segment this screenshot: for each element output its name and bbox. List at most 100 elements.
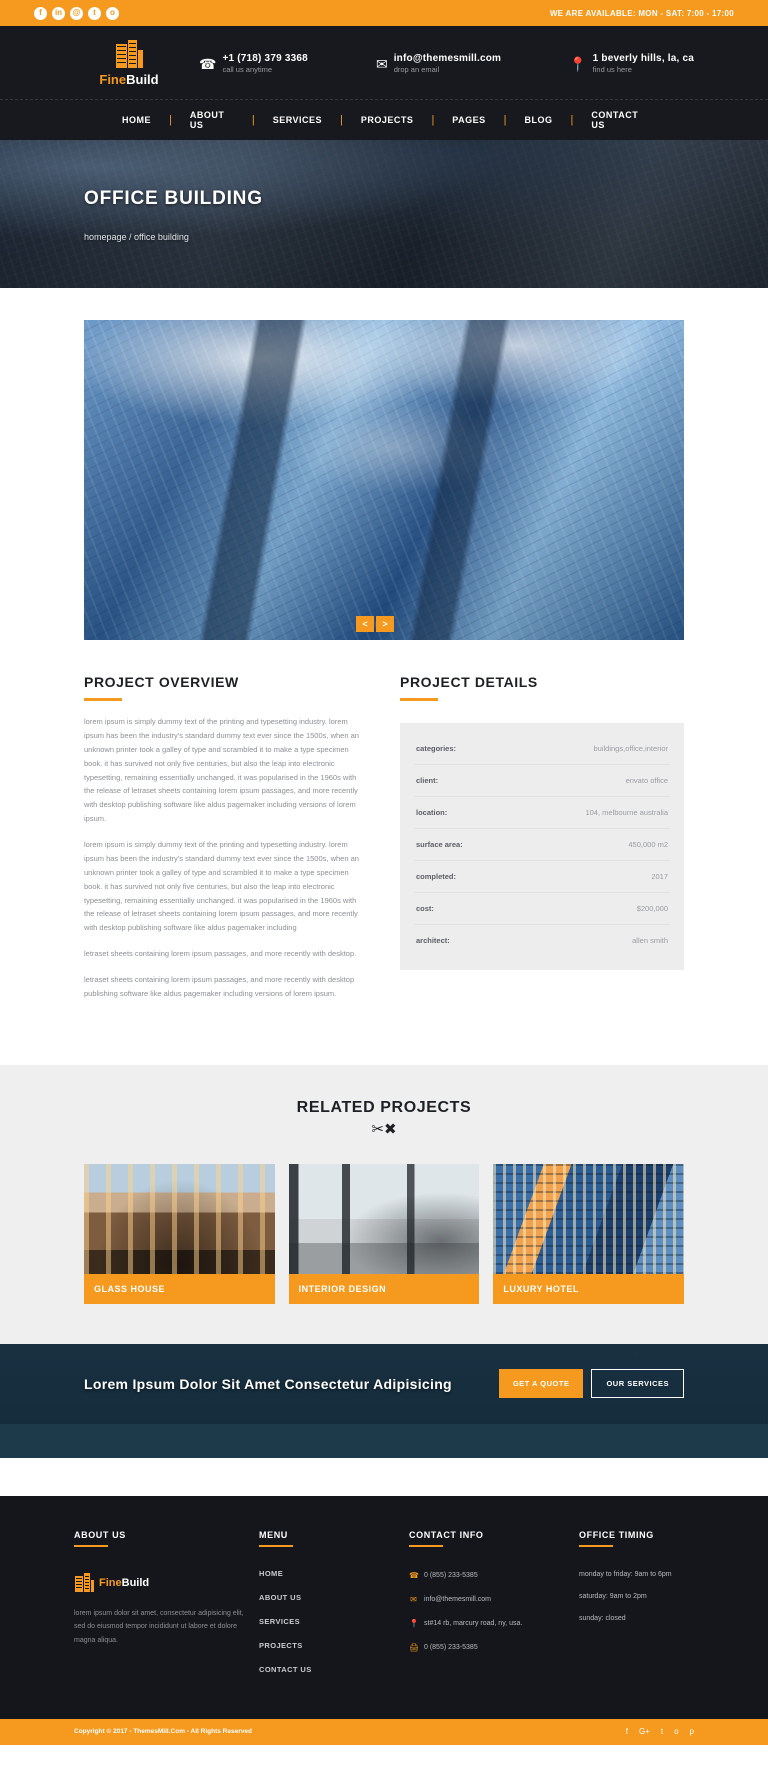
footer-contact-column: CONTACT INFO ☎ 0 (855) 233-5385 ✉ info@t… [409, 1530, 569, 1689]
footer-contact-phone[interactable]: ☎ 0 (855) 233-5385 [409, 1571, 569, 1580]
nav-item-projects[interactable]: PROJECTS [343, 115, 432, 125]
project-details-table: categories: buildings,office,interior cl… [400, 723, 684, 970]
detail-key: architect: [416, 936, 450, 945]
footer-phone-value: 0 (855) 233-5385 [424, 1571, 478, 1579]
detail-value: 104, melbourne australia [585, 808, 668, 817]
overview-paragraph: letraset sheets containing lorem ipsum p… [84, 975, 355, 998]
overview-heading-rule [84, 698, 122, 701]
header-contact-phone[interactable]: ☎ +1 (718) 379 3368 call us anytime [199, 53, 308, 74]
footer-link-projects[interactable]: PROJECTS [259, 1641, 399, 1650]
footer-about-column: ABOUT US FineBuild lorem ipsum dolor sit… [74, 1530, 249, 1689]
site-logo[interactable]: FineBuild [74, 40, 184, 87]
footer-heading-rule [409, 1544, 443, 1547]
call-to-action-banner: Lorem Ipsum Dolor Sit Amet Consectetur A… [0, 1343, 768, 1424]
nav-item-contact-us[interactable]: CONTACT US [573, 110, 664, 130]
nav-item-services[interactable]: SERVICES [255, 115, 340, 125]
our-services-button[interactable]: OUR SERVICES [591, 1369, 684, 1399]
list-item[interactable]: GLASS HOUSE [84, 1163, 275, 1304]
footer-social-list: f G+ t o p [626, 1727, 694, 1736]
nav-item-about-us[interactable]: ABOUT US [172, 110, 252, 130]
footer-contact-email[interactable]: ✉ info@themesmill.com [409, 1595, 569, 1604]
table-row: location: 104, melbourne australia [414, 797, 670, 829]
table-row: completed: 2017 [414, 861, 670, 893]
list-item[interactable]: INTERIOR DESIGN [288, 1163, 480, 1304]
google-plus-icon[interactable]: G+ [639, 1727, 650, 1736]
header-contact-email[interactable]: ✉ info@themesmill.com drop an email [376, 53, 501, 74]
footer-link-home[interactable]: HOME [259, 1569, 399, 1578]
details-heading-rule [400, 698, 438, 701]
nav-item-blog[interactable]: BLOG [507, 115, 571, 125]
get-a-quote-button[interactable]: GET A QUOTE [498, 1369, 584, 1399]
detail-key: categories: [416, 744, 457, 753]
detail-value: envato office [625, 776, 668, 785]
twitter-icon[interactable]: t [88, 6, 101, 20]
fax-icon: 🖨 [409, 1642, 420, 1652]
footer-about-heading: ABOUT US [74, 1529, 126, 1540]
phone-icon: ☎ [199, 55, 217, 72]
nav-item-pages[interactable]: PAGES [434, 115, 503, 125]
footer-link-services[interactable]: SERVICES [259, 1617, 399, 1626]
pinterest-icon[interactable]: @ [70, 6, 83, 20]
twitter-icon[interactable]: t [661, 1727, 663, 1736]
page-banner: OFFICE BUILDING homepage / office buildi… [0, 140, 768, 288]
instagram-icon[interactable]: o [106, 6, 119, 20]
related-projects-heading: RELATED PROJECTS [296, 1098, 472, 1116]
envelope-icon: ✉ [410, 1594, 417, 1604]
map-pin-icon: 📍 [409, 1618, 419, 1628]
list-item[interactable]: LUXURY HOTEL [493, 1163, 685, 1304]
phone-icon: ☎ [409, 1570, 419, 1580]
footer-logo[interactable]: FineBuild [74, 1572, 249, 1593]
project-card-label[interactable]: LUXURY HOTEL [493, 1273, 685, 1304]
project-details-section: PROJECT DETAILS categories: buildings,of… [400, 674, 684, 1001]
slider-next-button[interactable]: > [376, 616, 394, 632]
footer-contact-fax[interactable]: 🖨 0 (855) 233-5385 [409, 1643, 569, 1652]
cta-underband [0, 1423, 768, 1458]
table-row: architect: allen smith [414, 925, 670, 956]
footer-contact-address[interactable]: 📍 st#14 rb, marcury road, ny, usa. [409, 1619, 569, 1628]
nav-item-home[interactable]: HOME [104, 115, 169, 125]
slider-controls: < > [356, 616, 394, 632]
project-image-slider: < > [84, 320, 684, 640]
logo-text-build: Build [126, 72, 159, 87]
footer-logo-fine: Fine [99, 1576, 122, 1589]
footer-timing-list: monday to friday: 9am to 6pm saturday: 9… [579, 1571, 694, 1622]
copyright-text: Copyright © 2017 - ThemesMill.Com - All … [74, 1728, 252, 1736]
detail-value: 450,000 m2 [628, 840, 668, 849]
detail-value: allen smith [632, 936, 668, 945]
facebook-icon[interactable]: f [34, 6, 47, 20]
pinterest-icon[interactable]: p [690, 1727, 694, 1736]
header-phone-sub: call us anytime [222, 65, 273, 74]
footer-link-contact-us[interactable]: CONTACT US [259, 1665, 399, 1674]
timing-sunday: sunday: closed [579, 1614, 626, 1622]
header-email-sub: drop an email [393, 65, 440, 74]
footer-link-about-us[interactable]: ABOUT US [259, 1593, 399, 1602]
top-social-list: f in @ t o [34, 6, 119, 20]
footer-about-text: lorem ipsum dolor sit amet, consectetur … [74, 1609, 244, 1645]
header-phone-value: +1 (718) 379 3368 [222, 53, 308, 64]
instagram-icon[interactable]: o [674, 1727, 678, 1736]
header-address-sub: find us here [592, 65, 632, 74]
related-projects-section: RELATED PROJECTS ✂✖ GLASS HOUSE INTERIOR… [0, 1064, 768, 1344]
project-card-label[interactable]: INTERIOR DESIGN [288, 1273, 480, 1304]
footer-menu-list: HOME ABOUT US SERVICES PROJECTS CONTACT … [259, 1569, 399, 1674]
facebook-icon[interactable]: f [626, 1727, 628, 1736]
cta-heading: Lorem Ipsum Dolor Sit Amet Consectetur A… [84, 1375, 452, 1392]
header-contact-address[interactable]: 📍 1 beverly hills, la, ca find us here [569, 53, 694, 74]
page-title: OFFICE BUILDING [84, 188, 263, 209]
linkedin-icon[interactable]: in [52, 6, 65, 20]
header-address-value: 1 beverly hills, la, ca [592, 53, 694, 64]
footer-menu-heading: MENU [259, 1529, 288, 1540]
detail-key: client: [416, 776, 439, 785]
logo-wordmark: FineBuild [99, 72, 158, 87]
header-email-value: info@themesmill.com [393, 53, 502, 64]
footer-heading-rule [74, 1544, 108, 1547]
site-footer: ABOUT US FineBuild lorem ipsum dolor sit… [0, 1495, 768, 1719]
detail-key: location: [416, 808, 448, 817]
related-projects-list: GLASS HOUSE INTERIOR DESIGN LUXURY HOTEL [84, 1163, 685, 1304]
main-navigation: HOME | ABOUT US | SERVICES | PROJECTS | … [0, 100, 768, 140]
footer-timing-heading: OFFICE TIMING [579, 1529, 654, 1540]
footer-fax-value: 0 (855) 233-5385 [424, 1643, 478, 1651]
project-card-label[interactable]: GLASS HOUSE [84, 1273, 275, 1304]
building-logo-icon [74, 1572, 94, 1593]
slider-prev-button[interactable]: < [356, 616, 374, 632]
